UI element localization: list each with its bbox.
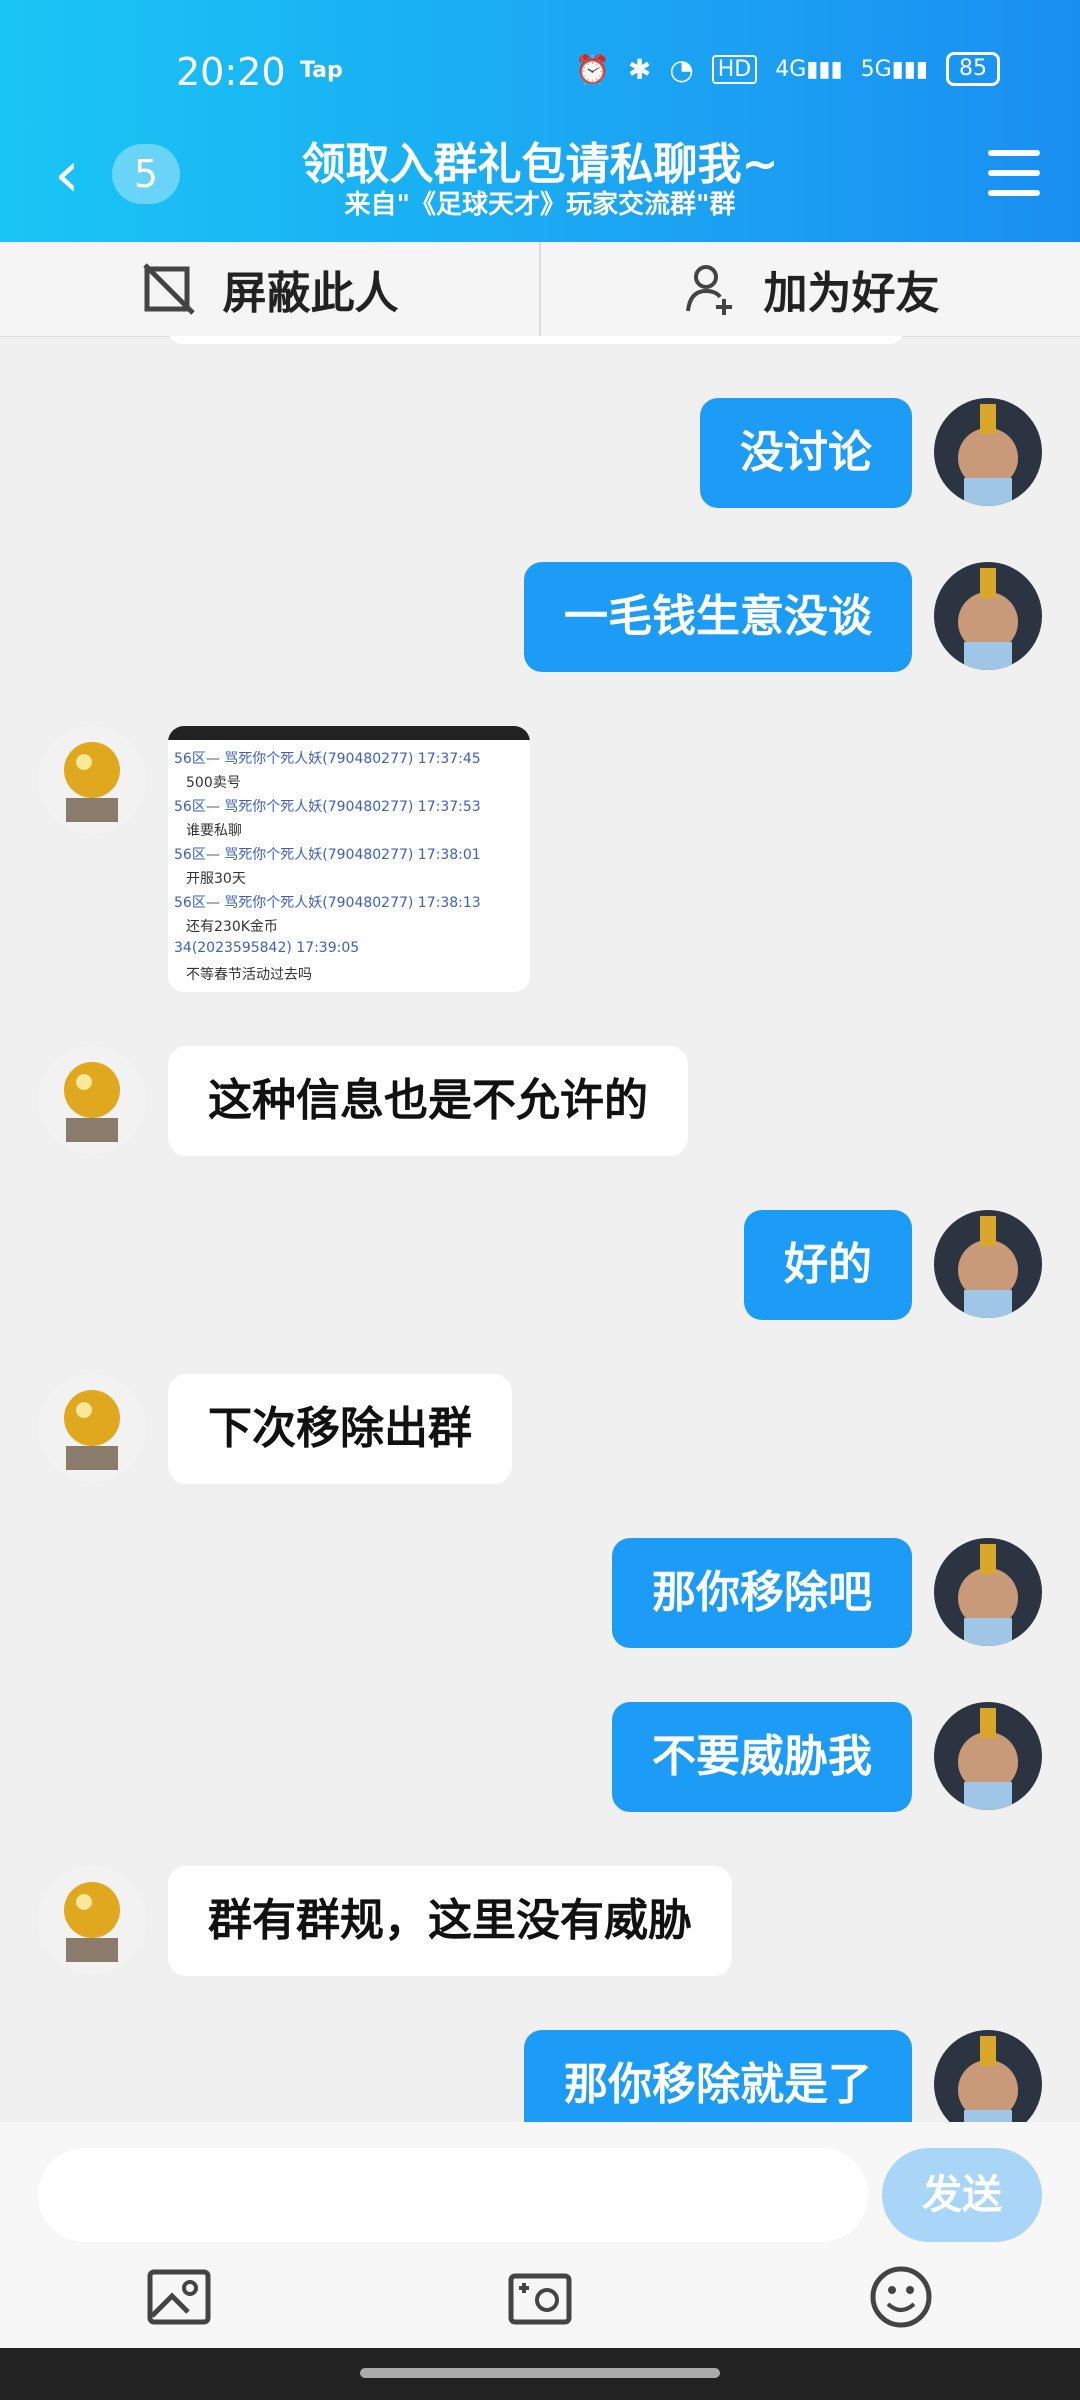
add-friend-label: 加为好友 (763, 268, 940, 319)
message-bubble[interactable]: 那你移除就是了 (524, 2030, 912, 2122)
chat-subtitle: 来自"《足球天才》玩家交流群"群 (344, 190, 736, 220)
menu-icon[interactable] (988, 150, 1040, 196)
message-row: 群有群规，这里没有威胁 (38, 1866, 732, 1976)
hd-icon: HD (711, 54, 758, 84)
message-row: 下次移除出群 (38, 1374, 512, 1484)
block-icon (142, 263, 195, 315)
home-indicator[interactable] (360, 2368, 720, 2378)
send-button[interactable]: 发送 (882, 2148, 1042, 2242)
chat-header: 20:20 Tap ⏰ ✱ ◔ HD 4G▮▮▮ 5G▮▮▮ 85 ‹ 5 领取… (0, 0, 1080, 242)
status-icons: ⏰ ✱ ◔ HD 4G▮▮▮ 5G▮▮▮ 85 (575, 52, 1000, 86)
message-row: 好的 (744, 1210, 1042, 1320)
add-friend-icon (685, 265, 732, 315)
image-text-line: 谁要私聊 (186, 823, 242, 839)
my-avatar[interactable] (934, 398, 1042, 506)
message-bubble[interactable]: 下次移除出群 (168, 1374, 512, 1484)
message-bubble[interactable]: 那你移除吧 (612, 1538, 912, 1648)
image-topbar (168, 726, 530, 740)
message-bubble[interactable]: 没讨论 (700, 398, 912, 508)
admin-avatar[interactable] (38, 1866, 146, 1974)
message-bubble[interactable]: 群有群规，这里没有威胁 (168, 1866, 732, 1976)
emoji-icon[interactable] (866, 2262, 936, 2332)
battery-indicator: 85 (946, 52, 1000, 86)
message-row: 那你移除吧 (612, 1538, 1042, 1648)
status-time: 20:20 (176, 50, 286, 94)
chat-title: 领取入群礼包请私聊我~ (301, 139, 779, 190)
wifi-icon: ◔ (669, 52, 694, 86)
alarm-icon: ⏰ (574, 52, 610, 86)
previous-message-bubble (168, 336, 904, 344)
message-list[interactable]: 没讨论 一毛钱生意没谈 56区— 骂死你个死人妖(790480277) 17:3… (0, 336, 1080, 2122)
my-avatar[interactable] (934, 1210, 1042, 1318)
message-row: 56区— 骂死你个死人妖(790480277) 17:37:45 500卖号 5… (38, 726, 530, 992)
composer: 发送 (0, 2122, 1080, 2400)
image-text-line: 开服30天 (186, 871, 246, 887)
admin-avatar[interactable] (38, 726, 146, 834)
block-user-label: 屏蔽此人 (222, 268, 399, 319)
system-nav-bar (0, 2348, 1080, 2400)
status-bar: 20:20 Tap ⏰ ✱ ◔ HD 4G▮▮▮ 5G▮▮▮ 85 (0, 40, 1080, 100)
message-bubble[interactable]: 这种信息也是不允许的 (168, 1046, 688, 1156)
my-avatar[interactable] (934, 1538, 1042, 1646)
block-user-button[interactable]: 屏蔽此人 (0, 242, 539, 336)
signal-5g-icon: 5G▮▮▮ (860, 56, 928, 82)
image-text-line: 56区— 骂死你个死人妖(790480277) 17:38:01 (174, 847, 481, 863)
signal-4g-icon: 4G▮▮▮ (775, 56, 843, 82)
image-text-line: 500卖号 (186, 775, 241, 791)
message-bubble[interactable]: 一毛钱生意没谈 (524, 562, 912, 672)
message-bubble[interactable]: 好的 (744, 1210, 912, 1320)
bluetooth-icon: ✱ (627, 52, 652, 86)
image-text-line: 还有230K金币 (186, 919, 278, 935)
message-row: 那你移除就是了 (524, 2030, 1042, 2122)
message-row: 没讨论 (700, 398, 1042, 508)
my-avatar[interactable] (934, 2030, 1042, 2122)
image-text-line: 34(2023595842) 17:39:05 (174, 940, 360, 956)
message-input[interactable] (38, 2148, 868, 2242)
image-text-line: 56区— 骂死你个死人妖(790480277) 17:37:45 (174, 751, 481, 767)
message-row: 一毛钱生意没谈 (524, 562, 1042, 672)
message-bubble[interactable]: 不要威胁我 (612, 1702, 912, 1812)
image-text-line: 不等春节活动过去吗 (186, 967, 312, 983)
message-row: 不要威胁我 (612, 1702, 1042, 1812)
image-picker-icon[interactable] (144, 2262, 214, 2332)
contact-action-bar: 屏蔽此人 加为好友 (0, 242, 1080, 337)
my-avatar[interactable] (934, 1702, 1042, 1810)
status-app-badge: Tap (300, 58, 343, 83)
add-friend-button[interactable]: 加为好友 (541, 242, 1080, 336)
camera-icon[interactable] (505, 2262, 575, 2332)
image-text-line: 56区— 骂死你个死人妖(790480277) 17:37:53 (174, 799, 481, 815)
image-text-line: 56区— 骂死你个死人妖(790480277) 17:38:13 (174, 895, 481, 911)
admin-avatar[interactable] (38, 1374, 146, 1482)
image-message[interactable]: 56区— 骂死你个死人妖(790480277) 17:37:45 500卖号 5… (168, 726, 530, 992)
my-avatar[interactable] (934, 562, 1042, 670)
message-row: 这种信息也是不允许的 (38, 1046, 688, 1156)
admin-avatar[interactable] (38, 1046, 146, 1154)
